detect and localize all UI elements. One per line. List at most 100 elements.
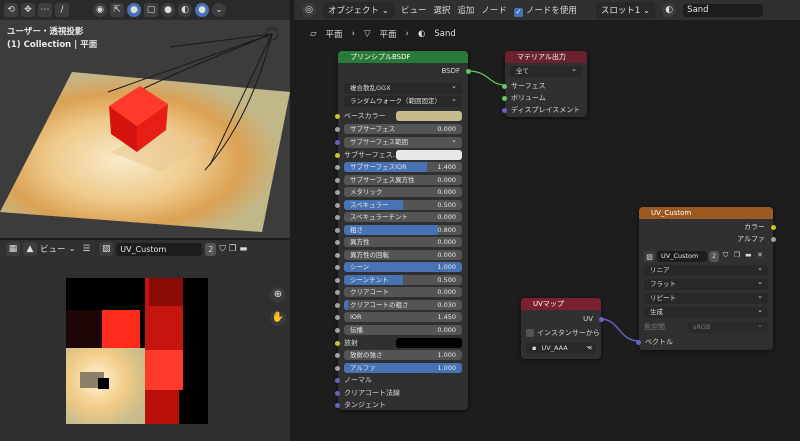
subsurface-socket[interactable] bbox=[335, 127, 340, 132]
volume-socket[interactable] bbox=[502, 96, 507, 101]
subsurface-color-socket[interactable] bbox=[335, 153, 340, 158]
duplicate-icon[interactable]: ❐ bbox=[734, 251, 740, 259]
image-texture-node[interactable]: UV_Custom カラー アルファ ▨ UV_Custom 2 ⛉ ❐ ▬ ✕… bbox=[636, 207, 776, 350]
solid-shading-icon[interactable]: ● bbox=[161, 3, 175, 17]
material-output-node[interactable]: マテリアル出力 全て サーフェス ボリューム ディスプレイスメント bbox=[502, 51, 587, 117]
proportional-icon[interactable]: ∕ bbox=[55, 3, 69, 17]
base-color-swatch[interactable] bbox=[396, 111, 462, 121]
specular-socket[interactable] bbox=[335, 203, 340, 208]
folder-icon[interactable]: ▬ bbox=[745, 251, 752, 259]
anisotropic-rotation-socket[interactable] bbox=[335, 253, 340, 258]
zoom-icon[interactable]: ⊕ bbox=[270, 287, 286, 303]
alpha-socket[interactable] bbox=[335, 366, 340, 371]
3d-viewport[interactable]: ⟲ ✥ ⋯ ∕ ◉ ⇱ ● ▢ ● ◐ ● ⌄ ユーザー・透視投影 (1) Co… bbox=[0, 0, 290, 238]
transform-icon[interactable]: ✥ bbox=[21, 3, 35, 17]
uv-map-node[interactable]: UVマップ UV インスタンサーから ▪ UV_AAA ✕ bbox=[521, 298, 604, 359]
sheen-socket[interactable] bbox=[335, 265, 340, 270]
metallic-socket[interactable] bbox=[335, 190, 340, 195]
roughness-socket[interactable] bbox=[335, 228, 340, 233]
source-select[interactable]: 生成 bbox=[644, 305, 768, 318]
displacement-socket[interactable] bbox=[502, 108, 507, 113]
subsurface-radius-socket[interactable] bbox=[335, 140, 340, 145]
editor-type-icon[interactable]: ▦ bbox=[6, 242, 20, 256]
ior-field[interactable]: IOR 1.450 bbox=[344, 312, 462, 322]
hamburger-icon[interactable]: ☰ bbox=[83, 244, 91, 254]
anisotropic-rotation-field[interactable]: 異方性の回転 0.000 bbox=[344, 250, 462, 260]
clearcoat-roughness-field[interactable]: クリアコートの粗さ 0.030 bbox=[344, 300, 462, 310]
distribution-select[interactable]: 複合散乱GGX bbox=[344, 81, 462, 94]
emission-strength-field[interactable]: 放射の強さ 1.000 bbox=[344, 350, 462, 360]
overlay-icon[interactable]: ● bbox=[127, 3, 141, 17]
uv-map-header[interactable]: UVマップ bbox=[521, 298, 601, 310]
clearcoat-socket[interactable] bbox=[335, 290, 340, 295]
subsurface-ior-socket[interactable] bbox=[335, 165, 340, 170]
vector-socket[interactable] bbox=[636, 340, 641, 345]
clearcoat-normal-socket[interactable] bbox=[335, 391, 340, 396]
close-icon[interactable]: ✕ bbox=[588, 343, 593, 354]
folder-icon[interactable]: ▬ bbox=[239, 244, 247, 254]
roughness-field[interactable]: 粗さ 0.800 bbox=[344, 225, 462, 235]
alpha-field[interactable]: アルファ 1.000 bbox=[344, 363, 462, 373]
material-output-header[interactable]: マテリアル出力 bbox=[505, 51, 587, 63]
principled-bsdf-node[interactable]: プリンシプルBSDF BSDF 複合散乱GGX ランダムウォーク（範囲固定） ベ… bbox=[335, 51, 471, 410]
subsurface-aniso-field[interactable]: サブサーフェス異方性 0.000 bbox=[344, 175, 462, 185]
image-browse-icon[interactable]: ▨ bbox=[644, 251, 655, 262]
sheen-tint-field[interactable]: シーンチント 0.500 bbox=[344, 275, 462, 285]
output-color-socket[interactable] bbox=[771, 225, 776, 230]
specular-field[interactable]: スペキュラー 0.500 bbox=[344, 200, 462, 210]
specular-tint-socket[interactable] bbox=[335, 215, 340, 220]
ior-socket[interactable] bbox=[335, 315, 340, 320]
subsurface-ior-field[interactable]: サブサーフェスIOR 1.400 bbox=[344, 162, 462, 172]
subsurface-aniso-socket[interactable] bbox=[335, 178, 340, 183]
shield-icon[interactable]: ⛉ bbox=[723, 251, 728, 260]
subsurface-color-swatch[interactable] bbox=[396, 150, 462, 160]
mode-icon[interactable]: ⟲ bbox=[4, 3, 18, 17]
uv-map-select[interactable]: ▪ UV_AAA ✕ bbox=[526, 341, 596, 354]
transmission-field[interactable]: 伝播 0.000 bbox=[344, 325, 462, 335]
base-color-socket[interactable] bbox=[335, 114, 340, 119]
duplicate-icon[interactable]: ❐ bbox=[229, 244, 237, 254]
output-alpha-socket[interactable] bbox=[771, 237, 776, 242]
subsurface-radius-select[interactable]: サブサーフェス範囲 bbox=[344, 135, 462, 148]
image-texture-header[interactable]: UV_Custom bbox=[639, 207, 773, 219]
shading-options-icon[interactable]: ⌄ bbox=[212, 3, 226, 17]
extension-select[interactable]: リピート bbox=[644, 291, 768, 304]
image-browse-icon[interactable]: ▨ bbox=[99, 242, 114, 256]
sheen-tint-socket[interactable] bbox=[335, 278, 340, 283]
view-menu[interactable]: ビュー bbox=[40, 243, 66, 255]
transmission-socket[interactable] bbox=[335, 328, 340, 333]
shader-node-editor[interactable]: ◎ オブジェクト ⌄ ビュー 選択 追加 ノード ✓ ノードを使用 スロット1 ⌄… bbox=[294, 0, 800, 441]
image-texture-name[interactable]: UV_Custom bbox=[657, 251, 707, 262]
clearcoat-roughness-socket[interactable] bbox=[335, 303, 340, 308]
clearcoat-field[interactable]: クリアコート 0.000 bbox=[344, 287, 462, 297]
material-shading-icon[interactable]: ◐ bbox=[178, 3, 192, 17]
shield-icon[interactable]: ⛉ bbox=[219, 244, 225, 254]
output-bsdf-socket[interactable] bbox=[466, 69, 471, 74]
image-name-field[interactable]: UV_Custom bbox=[116, 242, 203, 256]
output-uv-socket[interactable] bbox=[599, 317, 604, 322]
specular-tint-field[interactable]: スペキュラーチント 0.000 bbox=[344, 212, 462, 222]
emission-socket[interactable] bbox=[335, 341, 340, 346]
subsurface-field[interactable]: サブサーフェス 0.000 bbox=[344, 124, 462, 134]
output-target-select[interactable]: 全て bbox=[510, 64, 582, 77]
normal-socket[interactable] bbox=[335, 378, 340, 383]
image-editor[interactable]: ▦ ▲ ビュー ⌄ ☰ ▨ UV_Custom 2 ⛉ ❐ ▬ ⊕ ✋ bbox=[0, 240, 290, 441]
surface-socket[interactable] bbox=[502, 84, 507, 89]
snap-icon[interactable]: ⋯ bbox=[38, 3, 52, 17]
interpolation-select[interactable]: リニア bbox=[644, 263, 768, 276]
visibility-icon[interactable]: ◉ bbox=[93, 3, 107, 17]
close-icon[interactable]: ✕ bbox=[757, 251, 763, 259]
emission-strength-socket[interactable] bbox=[335, 353, 340, 358]
principled-bsdf-header[interactable]: プリンシプルBSDF bbox=[338, 51, 468, 63]
image-mode-icon[interactable]: ▲ bbox=[23, 242, 37, 256]
xray-icon[interactable]: ▢ bbox=[144, 3, 158, 17]
sheen-field[interactable]: シーン 1.000 bbox=[344, 262, 462, 272]
projection-select[interactable]: フラット bbox=[644, 277, 768, 290]
from-instancer-checkbox[interactable] bbox=[526, 329, 534, 337]
tangent-socket[interactable] bbox=[335, 403, 340, 408]
emission-color-swatch[interactable] bbox=[396, 338, 462, 348]
subsurface-method-select[interactable]: ランダムウォーク（範囲固定） bbox=[344, 94, 462, 107]
pan-hand-icon[interactable]: ✋ bbox=[270, 310, 286, 326]
metallic-field[interactable]: メタリック 0.000 bbox=[344, 187, 462, 197]
anisotropic-field[interactable]: 異方性 0.000 bbox=[344, 237, 462, 247]
